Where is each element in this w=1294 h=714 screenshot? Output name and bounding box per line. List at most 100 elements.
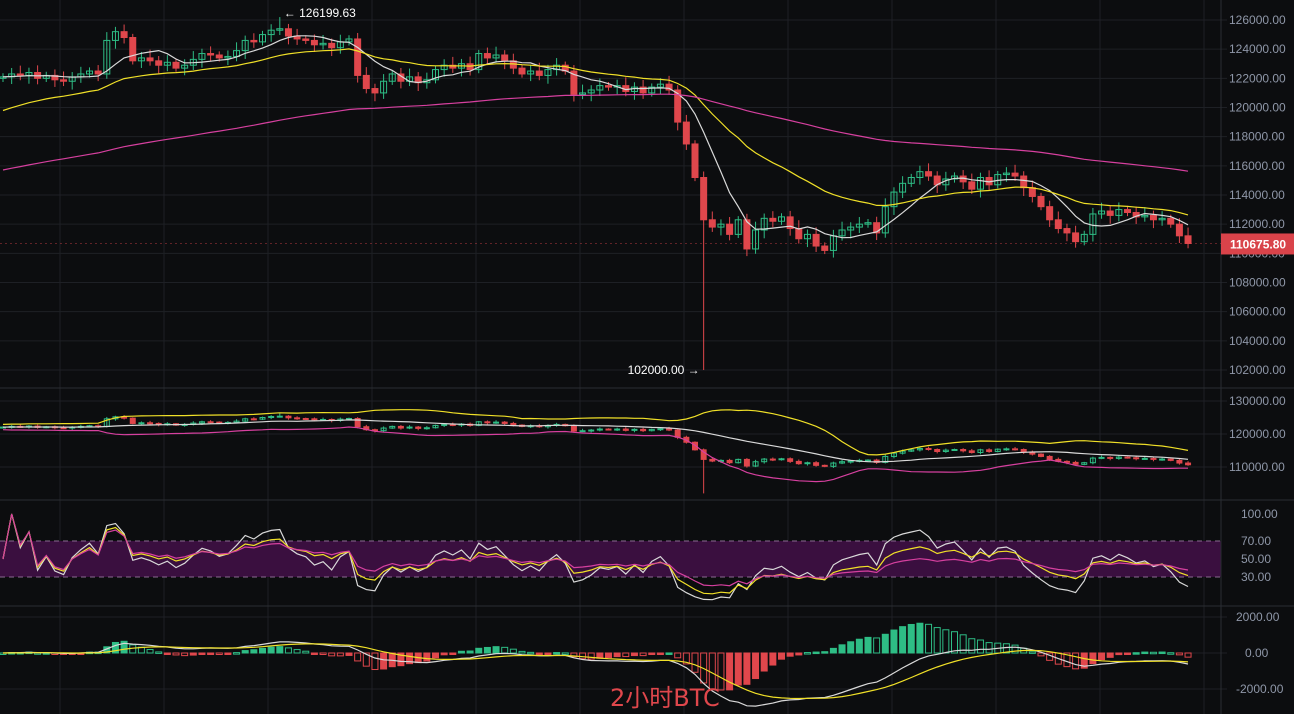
candle	[682, 121, 690, 145]
macd-histogram-bar	[752, 652, 760, 680]
boll-candle	[743, 458, 750, 467]
macd-histogram-bar	[795, 652, 803, 656]
macd-histogram-bar	[241, 650, 249, 654]
boll-candle	[268, 416, 275, 419]
boll-candle	[484, 421, 491, 424]
macd-histogram-bar	[432, 652, 439, 659]
candle	[1072, 232, 1080, 243]
macd-histogram-bar	[1089, 652, 1097, 665]
macd-histogram-bar	[778, 652, 785, 660]
boll-candle	[1141, 457, 1148, 460]
macd-histogram-bar	[501, 646, 509, 654]
boll-candle	[1107, 456, 1114, 459]
candle	[708, 219, 716, 228]
boll-candle	[250, 418, 257, 421]
boll-candle	[1072, 461, 1079, 465]
macd-histogram-bar	[518, 650, 526, 654]
macd-histogram-bar	[224, 652, 232, 655]
boll-candle	[934, 449, 941, 452]
macd-histogram-bar	[293, 649, 301, 654]
candle	[700, 176, 708, 221]
rsi-tick-label: 50.00	[1241, 552, 1271, 566]
boll-candle	[709, 458, 716, 462]
candle	[1184, 235, 1192, 244]
boll-candle	[596, 428, 603, 431]
macd-histogram-bar	[449, 652, 457, 655]
boll-candle	[1012, 448, 1019, 451]
macd-histogram-bar	[613, 652, 621, 658]
macd-histogram-bar	[630, 652, 638, 657]
macd-histogram-bar	[605, 652, 612, 659]
boll-candle	[415, 426, 422, 429]
boll-candle	[1046, 455, 1053, 460]
macd-histogram-bar	[976, 639, 984, 654]
macd-histogram-bar	[864, 636, 872, 654]
boll-candle	[579, 430, 586, 433]
boll-candle	[804, 462, 811, 465]
boll-candle	[207, 421, 214, 424]
price-tick-label: 102000.00	[1229, 363, 1286, 377]
macd-histogram-bar	[146, 648, 154, 654]
macd-histogram-bar	[769, 652, 777, 666]
boll-candle	[726, 459, 733, 464]
macd-histogram-bar	[509, 648, 517, 654]
btc-chart[interactable]: 126000.00 124000.00 122000.00 120000.00 1180…	[0, 0, 1294, 714]
highest-price-label: ← 126199.63	[284, 6, 356, 20]
candle	[1167, 217, 1175, 225]
boll-candle	[129, 417, 136, 424]
macd-histogram-bar	[172, 652, 180, 656]
macd-histogram-bar	[925, 623, 933, 654]
boll-lower-line	[2, 426, 1188, 483]
macd-histogram-bar	[1158, 651, 1166, 655]
candle	[172, 61, 180, 69]
candle	[968, 181, 976, 190]
macd-histogram-bar	[847, 641, 855, 654]
rsi-tick-label: 30.00	[1241, 570, 1271, 584]
macd-histogram-bar	[942, 629, 950, 654]
candle	[354, 38, 362, 76]
candle	[371, 88, 379, 94]
candle	[215, 54, 223, 59]
candle	[691, 143, 699, 178]
macd-histogram-bar	[475, 647, 483, 654]
chart-watermark: 2小时BTC	[610, 684, 720, 712]
macd-histogram-bar	[1141, 651, 1149, 655]
boll-tick-label: 130000.00	[1229, 394, 1286, 408]
boll-tick-label: 110000.00	[1229, 460, 1285, 474]
boll-candle	[294, 417, 301, 420]
candle	[726, 223, 734, 235]
boll-candle	[605, 428, 612, 431]
macd-histogram-bar	[1106, 652, 1114, 658]
macd-histogram-bar	[734, 652, 742, 686]
macd-histogram-bar	[553, 652, 561, 655]
macd-histogram-bar	[829, 647, 837, 654]
macd-histogram-bar	[371, 652, 379, 671]
macd-histogram-bar	[985, 642, 993, 654]
macd-histogram-bar	[665, 652, 673, 655]
macd-histogram-bar	[648, 652, 656, 655]
price-tick-label: 104000.00	[1229, 334, 1286, 348]
macd-histogram-bar	[345, 652, 353, 656]
candle	[1063, 228, 1071, 234]
price-tick-label: 108000.00	[1229, 275, 1286, 289]
candle	[284, 28, 292, 37]
lowest-price-label: 102000.00 →	[628, 363, 700, 377]
candle	[1175, 223, 1183, 237]
candle	[535, 70, 543, 76]
macd-histogram-bar	[189, 652, 197, 656]
macd-histogram-bar	[492, 646, 500, 654]
macd-histogram-bar	[726, 652, 734, 691]
macd-histogram-bar	[1175, 652, 1183, 656]
macd-histogram-bar	[207, 652, 215, 655]
price-tick-label: 120000.00	[1229, 100, 1286, 114]
boll-candle	[813, 462, 820, 466]
boll-candle	[821, 464, 828, 467]
macd-tick-label: 2000.00	[1236, 610, 1280, 624]
candle	[60, 79, 68, 82]
candle	[155, 60, 163, 66]
macd-histogram-bar	[1124, 652, 1131, 655]
boll-candle	[847, 460, 854, 463]
boll-candle	[302, 417, 309, 420]
candle	[605, 85, 612, 88]
macd-histogram-bar	[276, 646, 284, 654]
